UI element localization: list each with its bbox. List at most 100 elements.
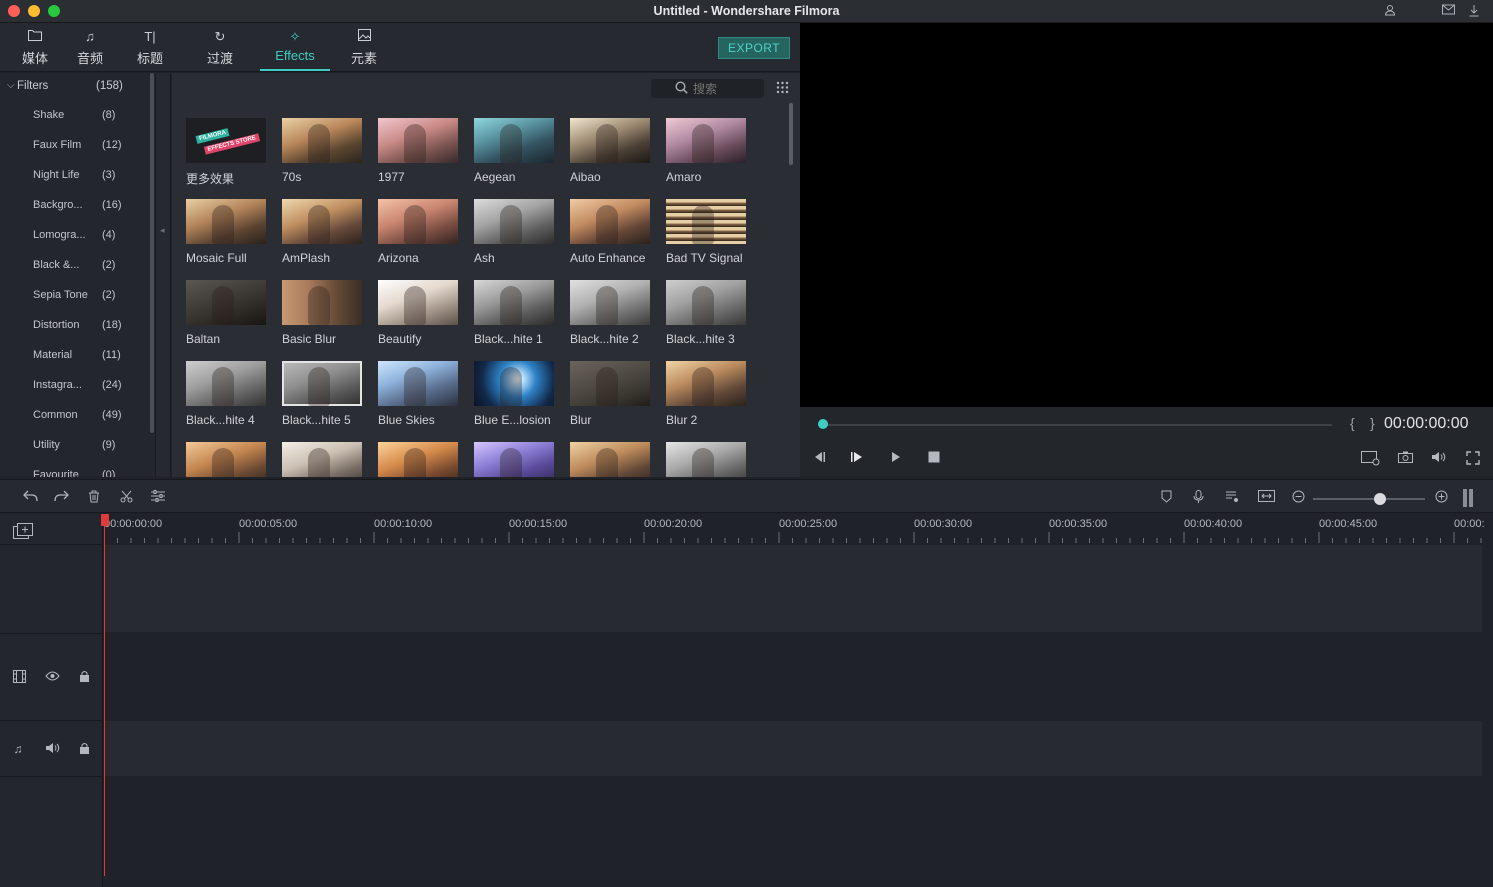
effect-item[interactable]: Amaro [666,118,746,196]
audio-track[interactable] [104,721,1482,776]
snapshot-camera-icon[interactable] [1397,451,1413,467]
filter-category-item[interactable]: Distortion (18) [0,311,150,341]
scrub-handle[interactable] [818,419,828,429]
scissors-icon[interactable] [118,490,134,506]
effect-item[interactable] [186,442,266,477]
effect-item[interactable]: Blur 2 [666,361,746,439]
timeline-ruler[interactable]: 00:00:00:00 00:00:05:00 00:00:10:00 00:00:1… [104,514,1485,544]
effect-label: Black...hite 4 [186,413,255,427]
filter-scrollbar[interactable] [150,73,154,433]
tab-elements[interactable]: 元素 [329,23,399,71]
zoom-slider-track[interactable] [1313,498,1425,500]
effect-item[interactable]: Beautify [378,280,458,358]
filter-category-item[interactable]: Black &... (2) [0,251,150,281]
video-track-1[interactable] [104,545,1482,632]
step-back-button[interactable] [811,451,827,467]
effect-item[interactable]: Arizona [378,199,458,277]
undo-icon[interactable] [22,490,38,506]
filter-category-item[interactable]: Utility (9) [0,431,150,461]
playhead[interactable] [104,514,105,876]
filters-header-label: Filters [17,80,49,92]
panel-grip-icon[interactable] [1462,488,1474,508]
filter-category-item[interactable]: Instagra... (24) [0,371,150,401]
effects-scrollbar[interactable] [789,103,793,165]
effect-item[interactable]: Mosaic Full [186,199,266,277]
filter-category-item[interactable]: Favourite (0) [0,461,150,477]
zoom-out-icon[interactable] [1290,490,1306,506]
filters-header[interactable]: ⌵ Filters (158) [0,73,150,99]
delete-icon[interactable] [86,490,102,506]
effect-item[interactable] [282,442,362,477]
effects-store-item[interactable]: FILMORA EFFECTS STORE 更多效果 [186,118,266,196]
panel-splitter[interactable] [155,73,171,477]
tab-titles[interactable]: T| 标题 [115,23,185,71]
filter-category-item[interactable]: Lomogra... (4) [0,221,150,251]
effect-item[interactable]: 1977 [378,118,458,196]
marker-icon[interactable] [1158,490,1174,506]
redo-icon[interactable] [53,490,69,506]
microphone-icon[interactable] [1190,490,1206,506]
effect-item[interactable] [378,442,458,477]
filter-category-item[interactable]: Shake (8) [0,101,150,131]
lock-icon[interactable] [77,742,91,756]
eye-icon[interactable] [44,670,60,684]
effect-item[interactable]: Black...hite 3 [666,280,746,358]
mark-in-button[interactable]: { [1350,415,1355,431]
account-icon[interactable] [1383,4,1397,18]
mail-icon[interactable] [1441,4,1455,18]
speaker-icon[interactable] [44,742,60,756]
effect-item[interactable]: Blue Skies [378,361,458,439]
effect-item[interactable]: Blue E...losion [474,361,554,439]
play-button[interactable] [849,451,865,467]
effect-item[interactable]: Baltan [186,280,266,358]
effect-item[interactable] [570,442,650,477]
zoom-in-icon[interactable] [1433,490,1449,506]
scrub-track[interactable] [822,424,1332,426]
transition-icon: ↻ [214,29,226,44]
effect-item[interactable]: Black...hite 1 [474,280,554,358]
filter-category-item[interactable]: Faux Film (12) [0,131,150,161]
download-icon[interactable] [1467,4,1481,18]
effect-thumbnail [378,118,458,163]
filter-category-item[interactable]: Common (49) [0,401,150,431]
effect-item[interactable]: Basic Blur [282,280,362,358]
add-track-icon[interactable] [13,523,33,539]
effect-item[interactable]: Aegean [474,118,554,196]
export-button[interactable]: EXPORT [718,37,790,59]
step-forward-button[interactable] [888,451,904,467]
volume-icon[interactable] [1430,451,1446,467]
filter-category-item[interactable]: Night Life (3) [0,161,150,191]
lock-icon[interactable] [77,670,91,684]
adjust-sliders-icon[interactable] [150,490,166,506]
video-track-2[interactable] [104,633,1482,720]
effect-item[interactable]: Bad TV Signal [666,199,746,277]
filter-category-item[interactable]: Backgro... (16) [0,191,150,221]
effect-item[interactable]: Auto Enhance [570,199,650,277]
effect-item[interactable]: Black...hite 5 [282,361,362,439]
effect-item[interactable]: Black...hite 2 [570,280,650,358]
fit-timeline-icon[interactable] [1257,490,1275,506]
playhead-handle[interactable] [101,514,109,526]
effect-item[interactable] [666,442,746,477]
effect-item[interactable] [474,442,554,477]
search-input[interactable] [693,81,753,96]
collapse-arrow-icon[interactable]: ◂ [160,225,165,236]
mark-out-button[interactable]: } [1370,415,1375,431]
tab-effects[interactable]: ✧ Effects [260,23,330,71]
display-settings-icon[interactable] [1361,451,1381,467]
effect-item[interactable]: 70s [282,118,362,196]
zoom-slider-handle[interactable] [1374,493,1386,505]
effect-item[interactable]: Aibao [570,118,650,196]
stop-button[interactable] [926,451,942,467]
tab-transitions[interactable]: ↻ 过渡 [185,23,255,71]
fullscreen-icon[interactable] [1465,451,1481,467]
voiceover-list-icon[interactable] [1224,490,1240,506]
grid-view-icon[interactable] [776,81,790,95]
effect-item[interactable]: Blur [570,361,650,439]
effect-item[interactable]: AmPlash [282,199,362,277]
effect-item[interactable]: Ash [474,199,554,277]
search-box[interactable] [651,79,764,98]
effect-item[interactable]: Black...hite 4 [186,361,266,439]
filter-category-item[interactable]: Material (11) [0,341,150,371]
filter-category-item[interactable]: Sepia Tone (2) [0,281,150,311]
